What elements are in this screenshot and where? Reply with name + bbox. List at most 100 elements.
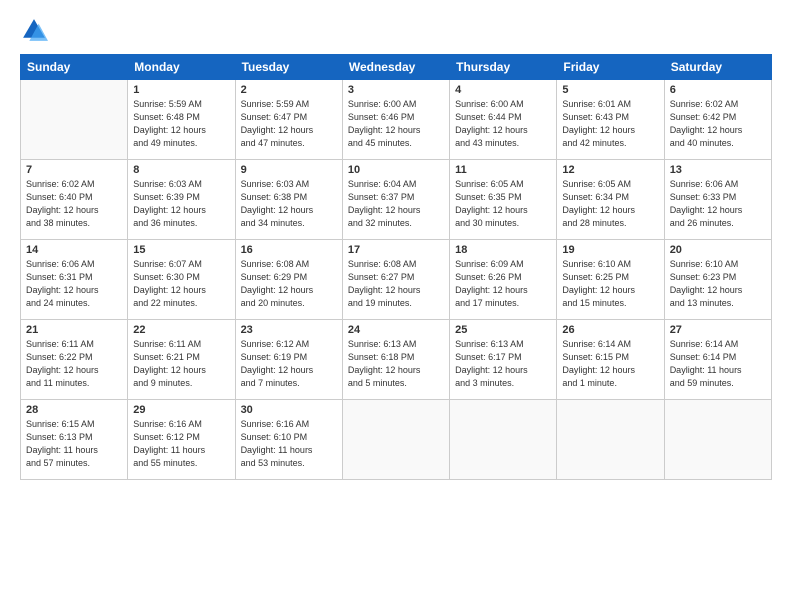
day-number: 4 xyxy=(455,84,551,96)
day-number: 28 xyxy=(26,404,122,416)
day-info: Sunrise: 6:05 AM Sunset: 6:35 PM Dayligh… xyxy=(455,178,551,230)
calendar-cell: 8 Sunrise: 6:03 AM Sunset: 6:39 PM Daylig… xyxy=(128,160,235,240)
calendar-cell: 3 Sunrise: 6:00 AM Sunset: 6:46 PM Daylig… xyxy=(342,80,449,160)
calendar-cell xyxy=(664,400,771,480)
calendar-cell: 15 Sunrise: 6:07 AM Sunset: 6:30 PM Dayli… xyxy=(128,240,235,320)
calendar-cell: 19 Sunrise: 6:10 AM Sunset: 6:25 PM Dayli… xyxy=(557,240,664,320)
day-number: 29 xyxy=(133,404,229,416)
day-info: Sunrise: 6:16 AM Sunset: 6:12 PM Dayligh… xyxy=(133,418,229,470)
calendar-cell: 1 Sunrise: 5:59 AM Sunset: 6:48 PM Daylig… xyxy=(128,80,235,160)
calendar-cell: 9 Sunrise: 6:03 AM Sunset: 6:38 PM Daylig… xyxy=(235,160,342,240)
calendar-header-friday: Friday xyxy=(557,55,664,80)
day-number: 8 xyxy=(133,164,229,176)
calendar-header-monday: Monday xyxy=(128,55,235,80)
calendar-cell: 14 Sunrise: 6:06 AM Sunset: 6:31 PM Dayli… xyxy=(21,240,128,320)
day-info: Sunrise: 6:05 AM Sunset: 6:34 PM Dayligh… xyxy=(562,178,658,230)
calendar-cell xyxy=(557,400,664,480)
calendar-week-3: 21 Sunrise: 6:11 AM Sunset: 6:22 PM Dayli… xyxy=(21,320,772,400)
calendar-cell: 30Sunrise: 6:16 AM Sunset: 6:10 PM Dayli… xyxy=(235,400,342,480)
calendar-cell: 25 Sunrise: 6:13 AM Sunset: 6:17 PM Dayli… xyxy=(450,320,557,400)
calendar-cell: 29 Sunrise: 6:16 AM Sunset: 6:12 PM Dayli… xyxy=(128,400,235,480)
day-info: Sunrise: 6:08 AM Sunset: 6:27 PM Dayligh… xyxy=(348,258,444,310)
calendar-cell: 27 Sunrise: 6:14 AM Sunset: 6:14 PM Dayli… xyxy=(664,320,771,400)
calendar-cell: 21 Sunrise: 6:11 AM Sunset: 6:22 PM Dayli… xyxy=(21,320,128,400)
day-info: Sunrise: 6:14 AM Sunset: 6:15 PM Dayligh… xyxy=(562,338,658,390)
logo-icon xyxy=(20,16,48,44)
day-number: 22 xyxy=(133,324,229,336)
day-info: Sunrise: 6:11 AM Sunset: 6:21 PM Dayligh… xyxy=(133,338,229,390)
calendar-header-wednesday: Wednesday xyxy=(342,55,449,80)
page: SundayMondayTuesdayWednesdayThursdayFrid… xyxy=(0,0,792,612)
calendar-week-0: 1 Sunrise: 5:59 AM Sunset: 6:48 PM Daylig… xyxy=(21,80,772,160)
day-info: Sunrise: 6:13 AM Sunset: 6:17 PM Dayligh… xyxy=(455,338,551,390)
day-info: Sunrise: 6:03 AM Sunset: 6:39 PM Dayligh… xyxy=(133,178,229,230)
calendar-table: SundayMondayTuesdayWednesdayThursdayFrid… xyxy=(20,54,772,480)
day-number: 20 xyxy=(670,244,766,256)
day-info: Sunrise: 6:07 AM Sunset: 6:30 PM Dayligh… xyxy=(133,258,229,310)
calendar-header-row: SundayMondayTuesdayWednesdayThursdayFrid… xyxy=(21,55,772,80)
day-info: Sunrise: 6:00 AM Sunset: 6:44 PM Dayligh… xyxy=(455,98,551,150)
day-number: 1 xyxy=(133,84,229,96)
calendar-cell: 28 Sunrise: 6:15 AM Sunset: 6:13 PM Dayli… xyxy=(21,400,128,480)
calendar-cell: 4 Sunrise: 6:00 AM Sunset: 6:44 PM Daylig… xyxy=(450,80,557,160)
calendar-cell xyxy=(450,400,557,480)
calendar-week-2: 14 Sunrise: 6:06 AM Sunset: 6:31 PM Dayli… xyxy=(21,240,772,320)
calendar-header-saturday: Saturday xyxy=(664,55,771,80)
day-number: 9 xyxy=(241,164,337,176)
day-info: Sunrise: 6:00 AM Sunset: 6:46 PM Dayligh… xyxy=(348,98,444,150)
day-info: Sunrise: 6:03 AM Sunset: 6:38 PM Dayligh… xyxy=(241,178,337,230)
day-info: Sunrise: 6:14 AM Sunset: 6:14 PM Dayligh… xyxy=(670,338,766,390)
day-number: 10 xyxy=(348,164,444,176)
header xyxy=(20,16,772,44)
calendar-cell: 2 Sunrise: 5:59 AM Sunset: 6:47 PM Daylig… xyxy=(235,80,342,160)
calendar-header-thursday: Thursday xyxy=(450,55,557,80)
calendar-cell: 18 Sunrise: 6:09 AM Sunset: 6:26 PM Dayli… xyxy=(450,240,557,320)
calendar-cell: 7 Sunrise: 6:02 AM Sunset: 6:40 PM Daylig… xyxy=(21,160,128,240)
day-info: Sunrise: 6:06 AM Sunset: 6:33 PM Dayligh… xyxy=(670,178,766,230)
calendar-cell: 13 Sunrise: 6:06 AM Sunset: 6:33 PM Dayli… xyxy=(664,160,771,240)
day-number: 19 xyxy=(562,244,658,256)
day-info: Sunrise: 6:12 AM Sunset: 6:19 PM Dayligh… xyxy=(241,338,337,390)
calendar-cell: 26 Sunrise: 6:14 AM Sunset: 6:15 PM Dayli… xyxy=(557,320,664,400)
day-info: Sunrise: 6:02 AM Sunset: 6:42 PM Dayligh… xyxy=(670,98,766,150)
day-number: 7 xyxy=(26,164,122,176)
day-info: Sunrise: 5:59 AM Sunset: 6:47 PM Dayligh… xyxy=(241,98,337,150)
day-number: 26 xyxy=(562,324,658,336)
day-number: 14 xyxy=(26,244,122,256)
day-number: 27 xyxy=(670,324,766,336)
calendar-header-tuesday: Tuesday xyxy=(235,55,342,80)
calendar-cell: 17Sunrise: 6:08 AM Sunset: 6:27 PM Dayli… xyxy=(342,240,449,320)
day-number: 25 xyxy=(455,324,551,336)
calendar-cell: 12Sunrise: 6:05 AM Sunset: 6:34 PM Dayli… xyxy=(557,160,664,240)
calendar-cell: 23 Sunrise: 6:12 AM Sunset: 6:19 PM Dayli… xyxy=(235,320,342,400)
calendar-cell: 24 Sunrise: 6:13 AM Sunset: 6:18 PM Dayli… xyxy=(342,320,449,400)
calendar-cell: 20 Sunrise: 6:10 AM Sunset: 6:23 PM Dayli… xyxy=(664,240,771,320)
day-info: Sunrise: 6:11 AM Sunset: 6:22 PM Dayligh… xyxy=(26,338,122,390)
day-info: Sunrise: 6:04 AM Sunset: 6:37 PM Dayligh… xyxy=(348,178,444,230)
calendar-week-4: 28 Sunrise: 6:15 AM Sunset: 6:13 PM Dayli… xyxy=(21,400,772,480)
day-number: 24 xyxy=(348,324,444,336)
day-info: Sunrise: 6:10 AM Sunset: 6:23 PM Dayligh… xyxy=(670,258,766,310)
day-number: 6 xyxy=(670,84,766,96)
day-number: 18 xyxy=(455,244,551,256)
day-info: Sunrise: 6:02 AM Sunset: 6:40 PM Dayligh… xyxy=(26,178,122,230)
day-number: 11 xyxy=(455,164,551,176)
day-info: Sunrise: 6:08 AM Sunset: 6:29 PM Dayligh… xyxy=(241,258,337,310)
day-info: Sunrise: 6:13 AM Sunset: 6:18 PM Dayligh… xyxy=(348,338,444,390)
calendar-cell xyxy=(342,400,449,480)
day-number: 23 xyxy=(241,324,337,336)
day-number: 13 xyxy=(670,164,766,176)
day-info: Sunrise: 6:15 AM Sunset: 6:13 PM Dayligh… xyxy=(26,418,122,470)
day-info: Sunrise: 6:06 AM Sunset: 6:31 PM Dayligh… xyxy=(26,258,122,310)
day-number: 21 xyxy=(26,324,122,336)
day-number: 15 xyxy=(133,244,229,256)
calendar-week-1: 7 Sunrise: 6:02 AM Sunset: 6:40 PM Daylig… xyxy=(21,160,772,240)
day-info: Sunrise: 6:09 AM Sunset: 6:26 PM Dayligh… xyxy=(455,258,551,310)
calendar-cell: 11 Sunrise: 6:05 AM Sunset: 6:35 PM Dayli… xyxy=(450,160,557,240)
day-number: 2 xyxy=(241,84,337,96)
day-info: Sunrise: 5:59 AM Sunset: 6:48 PM Dayligh… xyxy=(133,98,229,150)
calendar-cell: 22 Sunrise: 6:11 AM Sunset: 6:21 PM Dayli… xyxy=(128,320,235,400)
calendar-cell: 10 Sunrise: 6:04 AM Sunset: 6:37 PM Dayli… xyxy=(342,160,449,240)
day-number: 3 xyxy=(348,84,444,96)
day-info: Sunrise: 6:10 AM Sunset: 6:25 PM Dayligh… xyxy=(562,258,658,310)
